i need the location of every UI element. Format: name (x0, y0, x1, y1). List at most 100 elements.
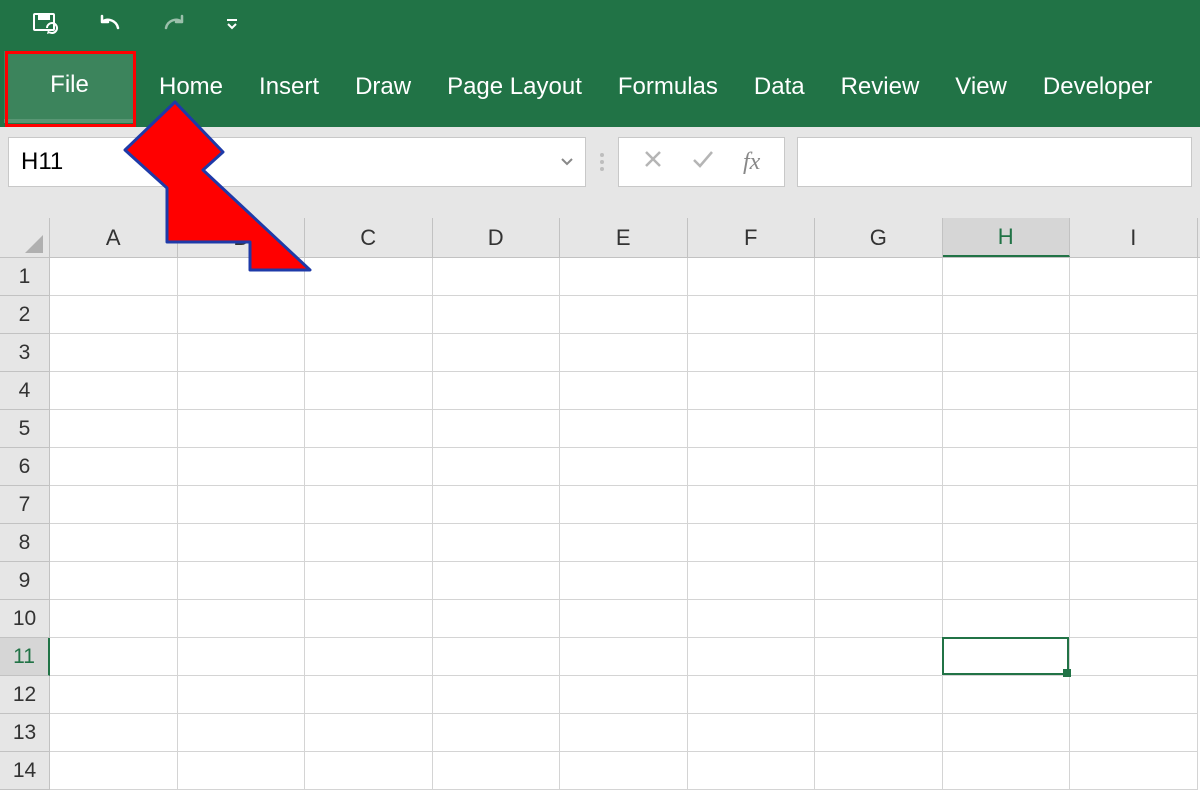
cell[interactable] (305, 410, 433, 448)
row-header-5[interactable]: 5 (0, 410, 50, 448)
cell[interactable] (1070, 676, 1198, 714)
row-header-2[interactable]: 2 (0, 296, 50, 334)
cell[interactable] (433, 752, 561, 790)
cell[interactable] (688, 638, 816, 676)
cell[interactable] (305, 486, 433, 524)
cell[interactable] (178, 524, 306, 562)
cell[interactable] (178, 676, 306, 714)
cell[interactable] (943, 714, 1071, 752)
tab-view[interactable]: View (937, 47, 1025, 127)
cell[interactable] (433, 448, 561, 486)
row-header-6[interactable]: 6 (0, 448, 50, 486)
cell[interactable] (1070, 562, 1198, 600)
cell[interactable] (305, 524, 433, 562)
cell[interactable] (50, 334, 178, 372)
cell[interactable] (943, 486, 1071, 524)
cell[interactable] (1070, 600, 1198, 638)
cell[interactable] (433, 638, 561, 676)
cell[interactable] (50, 676, 178, 714)
cell[interactable] (815, 714, 943, 752)
cell[interactable] (943, 676, 1071, 714)
cell[interactable] (305, 676, 433, 714)
name-box[interactable]: H11 (8, 137, 586, 187)
cell[interactable] (433, 714, 561, 752)
cell[interactable] (560, 296, 688, 334)
cell[interactable] (1070, 752, 1198, 790)
cell[interactable] (815, 600, 943, 638)
cell[interactable] (178, 296, 306, 334)
cell[interactable] (305, 334, 433, 372)
cell[interactable] (560, 562, 688, 600)
cell[interactable] (433, 524, 561, 562)
tab-data[interactable]: Data (736, 47, 823, 127)
cell[interactable] (305, 714, 433, 752)
cell[interactable] (1070, 486, 1198, 524)
row-header-4[interactable]: 4 (0, 372, 50, 410)
row-header-12[interactable]: 12 (0, 676, 50, 714)
cell[interactable] (1070, 258, 1198, 296)
cell[interactable] (943, 752, 1071, 790)
cell[interactable] (1070, 372, 1198, 410)
tab-developer[interactable]: Developer (1025, 47, 1170, 127)
cell[interactable] (50, 486, 178, 524)
name-box-dropdown-icon[interactable] (561, 155, 573, 169)
cell[interactable] (688, 486, 816, 524)
cell[interactable] (943, 258, 1071, 296)
cell[interactable] (305, 448, 433, 486)
cell[interactable] (560, 334, 688, 372)
cell[interactable] (433, 296, 561, 334)
formula-bar-splitter[interactable] (598, 153, 606, 171)
tab-formulas[interactable]: Formulas (600, 47, 736, 127)
cell[interactable] (433, 372, 561, 410)
cell[interactable] (815, 676, 943, 714)
cell[interactable] (305, 258, 433, 296)
cell[interactable] (50, 638, 178, 676)
tab-review[interactable]: Review (823, 47, 938, 127)
cell[interactable] (815, 752, 943, 790)
cell[interactable] (943, 638, 1071, 676)
cell[interactable] (433, 486, 561, 524)
cell[interactable] (433, 600, 561, 638)
cell[interactable] (50, 258, 178, 296)
cell[interactable] (1070, 448, 1198, 486)
cell[interactable] (305, 372, 433, 410)
cell[interactable] (50, 600, 178, 638)
row-header-9[interactable]: 9 (0, 562, 50, 600)
col-header-i[interactable]: I (1070, 218, 1198, 257)
cell[interactable] (560, 600, 688, 638)
cell[interactable] (1070, 334, 1198, 372)
col-header-g[interactable]: G (815, 218, 943, 257)
cell[interactable] (560, 448, 688, 486)
cell[interactable] (815, 334, 943, 372)
cell[interactable] (560, 486, 688, 524)
cell[interactable] (943, 524, 1071, 562)
cell[interactable] (305, 296, 433, 334)
cell[interactable] (688, 676, 816, 714)
row-header-7[interactable]: 7 (0, 486, 50, 524)
col-header-c[interactable]: C (305, 218, 433, 257)
cell[interactable] (943, 562, 1071, 600)
cell[interactable] (688, 296, 816, 334)
cell[interactable] (943, 372, 1071, 410)
cell[interactable] (178, 448, 306, 486)
cell[interactable] (688, 334, 816, 372)
cell[interactable] (815, 524, 943, 562)
cell[interactable] (943, 600, 1071, 638)
enter-formula-icon[interactable] (691, 148, 715, 176)
cell[interactable] (433, 562, 561, 600)
tab-home[interactable]: Home (141, 47, 241, 127)
cell[interactable] (50, 752, 178, 790)
cell[interactable] (560, 410, 688, 448)
col-header-e[interactable]: E (560, 218, 688, 257)
select-all-corner[interactable] (0, 218, 50, 257)
cell[interactable] (305, 752, 433, 790)
cell[interactable] (178, 714, 306, 752)
cell[interactable] (815, 410, 943, 448)
cell[interactable] (1070, 638, 1198, 676)
cell[interactable] (305, 600, 433, 638)
tab-insert[interactable]: Insert (241, 47, 337, 127)
cell[interactable] (815, 372, 943, 410)
cell[interactable] (560, 714, 688, 752)
cell[interactable] (560, 752, 688, 790)
cell[interactable] (815, 486, 943, 524)
